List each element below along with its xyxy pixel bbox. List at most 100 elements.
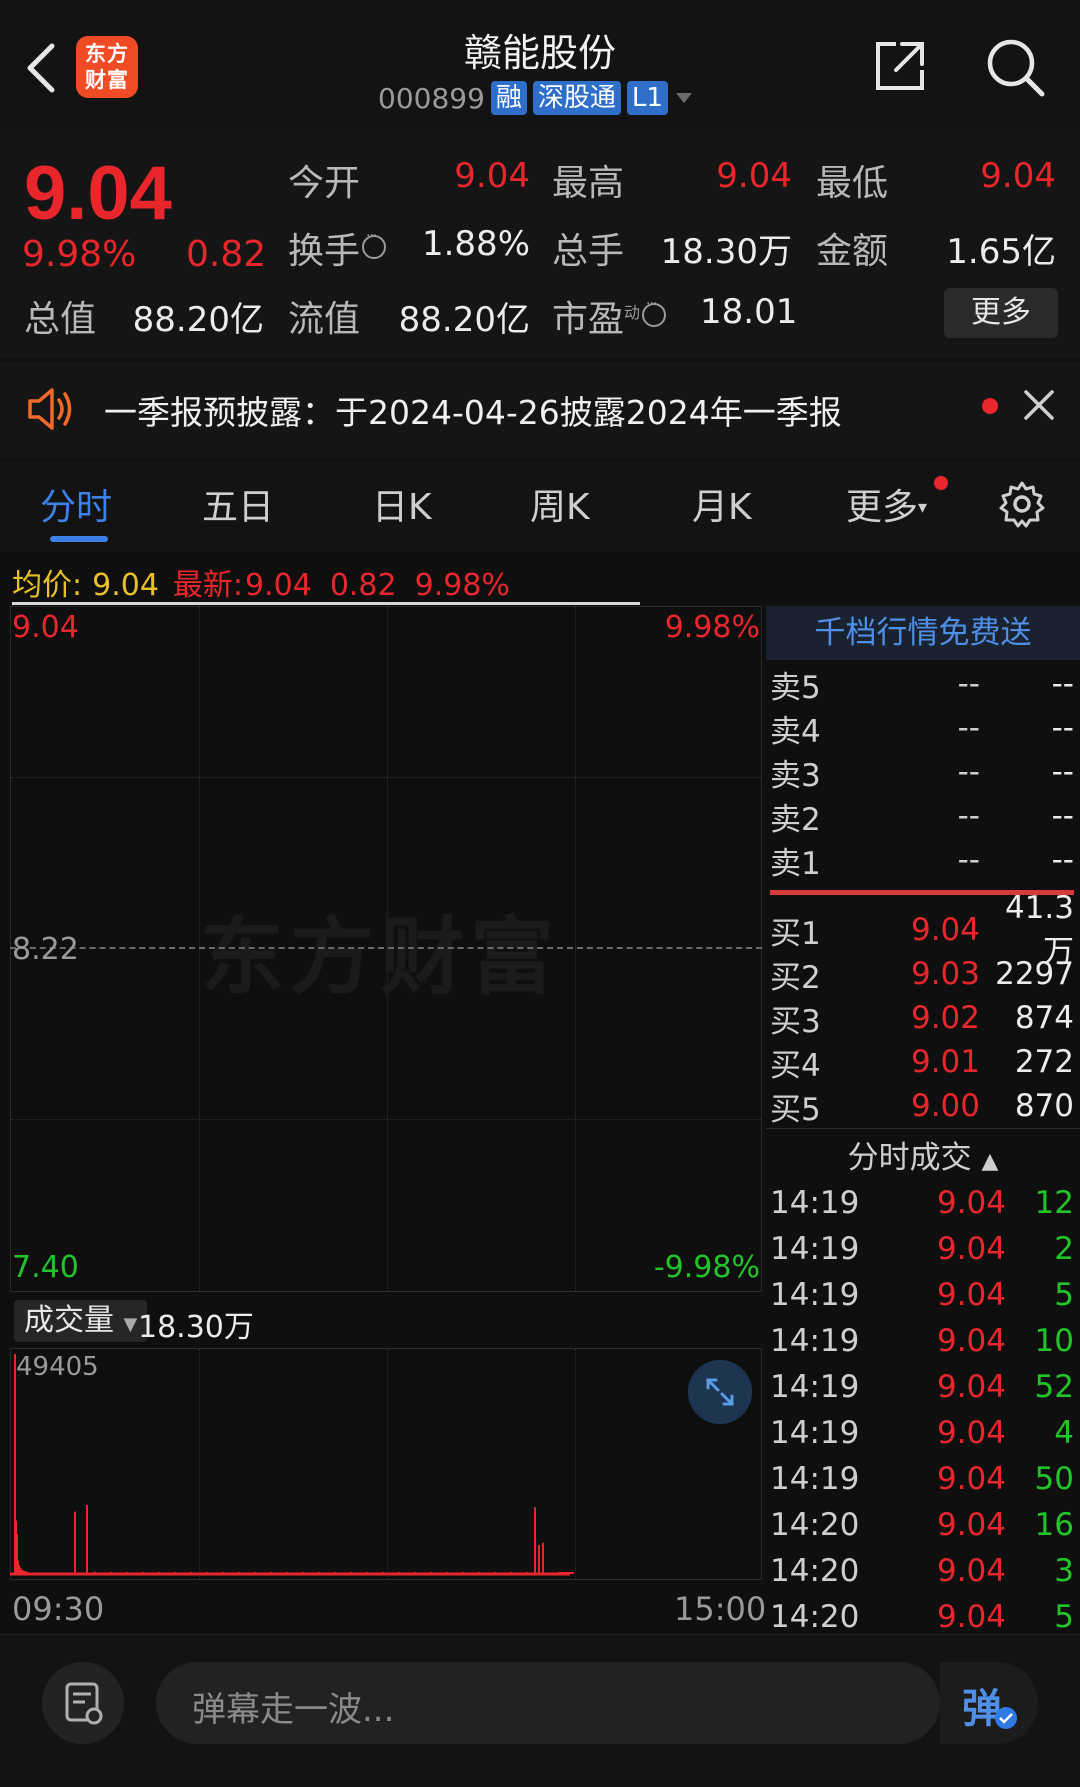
stock-name: 赣能股份 [463,31,616,75]
ask-price: -- [957,798,980,834]
trade-time: 14:19 [770,1277,860,1313]
dropdown-triangle-icon[interactable] [674,91,694,105]
caret-down-icon: ▾ [918,497,928,518]
volume-bar [568,1572,570,1574]
expand-icon[interactable] [688,1360,752,1424]
trade-volume: 50 [1034,1461,1074,1497]
high-label: 最高 [552,163,625,204]
volume-selector[interactable]: 成交量 ▼ [14,1300,148,1342]
tab-monthly-k[interactable]: 月K [692,478,752,530]
stock-code-line: 000899 融 深股通 L1 [378,80,694,116]
volume-bar [398,1572,400,1574]
ask-label: 卖1 [770,845,821,882]
ask-row: 卖3 -- -- [770,750,1074,794]
trade-time: 14:19 [770,1185,860,1221]
ask-price: -- [957,842,980,878]
gear-icon[interactable] [998,480,1046,528]
axis-bottom-price: 7.40 [12,1250,79,1285]
bid-row: 买5 9.00 870 [770,1084,1074,1128]
price-line [12,602,640,605]
trade-volume: 12 [1034,1185,1074,1221]
volume-bar [430,1572,432,1574]
search-icon[interactable] [984,36,1046,98]
tab-five-day[interactable]: 五日 [202,478,274,530]
latest-pct: 9.98% [414,568,510,603]
turnover-label[interactable]: 换手 [288,222,387,274]
stock-code: 000899 [378,81,485,115]
ask-row: 卖1 -- -- [770,838,1074,882]
trade-price: 9.04 [936,1553,1006,1589]
ask-price: -- [957,710,980,746]
trade-time: 14:20 [770,1553,860,1589]
info-icon[interactable] [642,296,667,327]
float-cap-value: 88.20亿 [398,300,530,340]
info-icon[interactable] [362,228,387,259]
volume-bar [94,1571,96,1574]
check-badge-icon [995,1707,1017,1729]
trade-row: 14:20 9.04 16 [770,1502,1074,1548]
volume-bar [534,1507,536,1574]
avg-value: 9.04 [92,568,159,603]
prev-close-line [10,947,762,949]
pe-label[interactable]: 市盈动 [552,290,667,342]
trade-row: 14:19 9.04 12 [770,1180,1074,1226]
connect-tag: 深股通 [532,81,621,115]
volume-bar [286,1572,288,1574]
level2-promo-banner[interactable]: 千档行情免费送 [766,606,1080,660]
level-tag: L1 [626,81,668,115]
volume-bar [254,1572,256,1574]
volume-bar [478,1572,480,1574]
trade-row: 14:20 9.04 3 [770,1548,1074,1594]
trade-time: 14:20 [770,1599,860,1635]
share-icon[interactable] [872,38,928,94]
volume-label: 总手 [552,231,625,272]
bid-row: 买1 9.04 41.3万 [770,890,1074,970]
volume-bar [494,1572,496,1574]
volume-bar [566,1572,568,1574]
tab-intraday[interactable]: 分时 [40,478,112,530]
tab-daily-k[interactable]: 日K [372,478,432,530]
axis-mid-price: 8.22 [12,932,79,967]
trade-volume: 52 [1034,1369,1074,1405]
volume-max-label: 49405 [16,1352,99,1382]
ask-volume: -- [1051,666,1074,702]
market-cap-label: 总值 [24,299,97,340]
trade-volume: 3 [1054,1553,1074,1589]
bid-row: 买4 9.01 272 [770,1040,1074,1084]
app-logo: 东方 财富 [76,36,138,98]
open-label: 今开 [288,163,361,204]
tab-weekly-k[interactable]: 周K [530,478,590,530]
notice-text[interactable]: 一季报预披露：于2024-04-26披露2024年一季报 [104,386,842,434]
notes-icon[interactable] [42,1662,124,1744]
trade-volume: 10 [1034,1323,1074,1359]
trade-price: 9.04 [936,1369,1006,1405]
volume-bar [366,1572,368,1574]
trade-price: 9.04 [936,1461,1006,1497]
speaker-icon [28,388,72,430]
ask-row: 卖5 -- -- [770,662,1074,706]
close-icon[interactable] [1022,388,1056,422]
trade-volume: 5 [1054,1599,1074,1635]
trade-row: 14:19 9.04 52 [770,1364,1074,1410]
volume-bar [558,1572,560,1574]
time-end: 15:00 [674,1590,767,1628]
trades-header[interactable]: 分时成交 ▲ [766,1128,1080,1186]
ask-price: -- [957,666,980,702]
trade-price: 9.04 [936,1277,1006,1313]
bid-price: 9.04 [910,912,980,948]
watermark: 东方财富 [200,908,561,1006]
pe-value: 18.01 [700,292,798,332]
ask-volume: -- [1051,798,1074,834]
float-cap-label: 流值 [288,299,361,340]
volume-bar [510,1572,512,1574]
ask-label: 卖4 [770,713,821,750]
bid-label: 买2 [770,959,821,996]
tab-more[interactable]: 更多▾ [846,478,927,530]
more-quote-button[interactable]: 更多 [944,288,1058,338]
ask-label: 卖5 [770,669,821,706]
trade-price: 9.04 [936,1599,1006,1635]
back-arrow-icon[interactable] [22,40,62,96]
ask-label: 卖2 [770,801,821,838]
bid-volume: 874 [1014,1000,1074,1036]
trade-time: 14:19 [770,1323,860,1359]
